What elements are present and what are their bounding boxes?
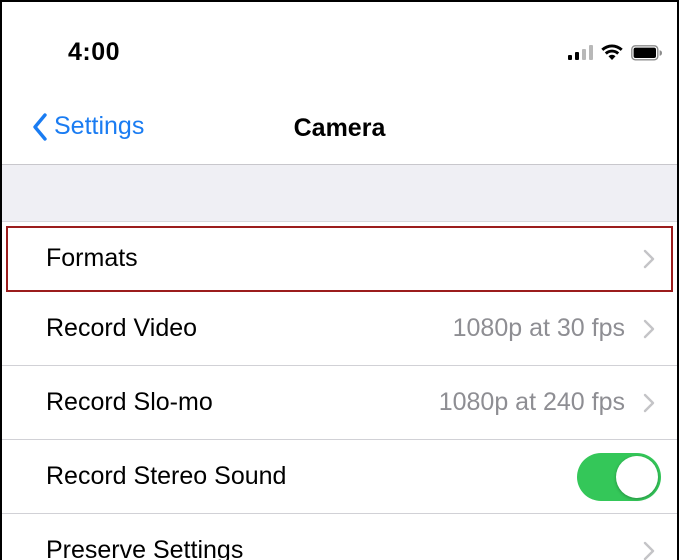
chevron-right-icon <box>643 319 655 338</box>
row-record-stereo-sound: Record Stereo Sound <box>2 440 677 514</box>
phone-screen: 4:00 Settings Camera Formats Record Vide… <box>0 0 679 560</box>
stereo-sound-toggle[interactable] <box>577 452 661 501</box>
row-value: 1080p at 240 fps <box>438 388 625 416</box>
battery-icon <box>631 44 662 61</box>
navigation-bar: Settings Camera <box>2 98 677 165</box>
row-record-video[interactable]: Record Video 1080p at 30 fps <box>2 292 677 366</box>
row-label: Record Video <box>46 314 198 342</box>
chevron-right-icon <box>643 249 655 268</box>
status-bar: 4:00 <box>2 2 677 98</box>
section-spacer <box>2 165 677 222</box>
chevron-right-icon <box>643 393 655 412</box>
page-title: Camera <box>293 114 386 142</box>
wifi-icon <box>601 44 623 60</box>
row-label: Formats <box>46 244 138 272</box>
status-icons <box>568 44 663 61</box>
settings-list: Formats Record Video 1080p at 30 fps Rec… <box>2 222 677 560</box>
row-preserve-settings[interactable]: Preserve Settings <box>2 514 677 560</box>
row-label: Record Stereo Sound <box>46 462 287 490</box>
chevron-right-icon <box>643 541 655 560</box>
row-record-slo-mo[interactable]: Record Slo-mo 1080p at 240 fps <box>2 366 677 440</box>
row-value: 1080p at 30 fps <box>452 314 625 342</box>
row-label: Record Slo-mo <box>46 388 213 416</box>
row-label: Preserve Settings <box>46 536 244 560</box>
row-formats[interactable]: Formats <box>6 226 673 292</box>
status-time: 4:00 <box>68 38 121 66</box>
cellular-signal-icon <box>568 45 593 60</box>
toggle-knob <box>616 455 658 498</box>
